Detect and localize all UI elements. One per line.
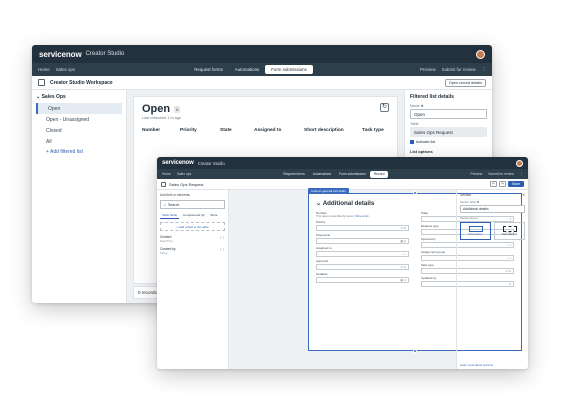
preview-button[interactable]: Preview bbox=[420, 67, 436, 73]
brand-subtitle: Creator Studio bbox=[197, 160, 225, 166]
panel-title: Section ✕ bbox=[460, 193, 525, 197]
close-icon[interactable]: ✕ bbox=[522, 193, 525, 197]
name-input[interactable]: Open bbox=[410, 109, 487, 119]
app-nav-bar: Home Sales ops Request forms Automations… bbox=[157, 169, 528, 179]
breadcrumb-app[interactable]: Sales ops bbox=[56, 67, 75, 72]
tab-more[interactable]: More bbox=[209, 212, 220, 219]
column-short-description[interactable]: Short description bbox=[304, 128, 362, 133]
resize-handle-top[interactable] bbox=[413, 191, 417, 195]
submit-for-review-button[interactable]: Submit for review bbox=[488, 172, 513, 176]
column-state[interactable]: State bbox=[220, 128, 254, 133]
drag-handle-icon: ⋮⋮ bbox=[219, 235, 225, 239]
record-count-badge: 0 bbox=[174, 105, 181, 113]
user-avatar[interactable] bbox=[476, 49, 485, 59]
tab-automations[interactable]: Automations bbox=[229, 65, 265, 74]
list-item[interactable]: Created by String ⋮⋮ bbox=[160, 247, 225, 255]
breadcrumb-home[interactable]: Home bbox=[162, 172, 171, 176]
name-label: Name ✱ bbox=[410, 104, 424, 108]
layout-two-columns[interactable]: Two columns bbox=[494, 222, 525, 240]
tab-record[interactable]: Record bbox=[369, 170, 389, 178]
redo-icon[interactable]: ↷ bbox=[499, 181, 507, 187]
tab-form-submissions[interactable]: Form submissions bbox=[335, 171, 370, 178]
top-bar: servicenow Creator Studio bbox=[32, 45, 492, 63]
tab-form-submissions[interactable]: Form submissions bbox=[265, 65, 313, 74]
palette-title: Add field or elements bbox=[160, 193, 190, 197]
search-icon: ⌕ bbox=[164, 202, 167, 207]
save-button[interactable]: Save bbox=[508, 181, 524, 187]
column-priority[interactable]: Priority bbox=[180, 128, 220, 133]
list-options-heading: List options bbox=[410, 149, 433, 154]
more-icon[interactable]: ⋮ bbox=[520, 172, 523, 176]
top-bar: servicenow Creator Studio bbox=[157, 157, 528, 169]
column-assigned-to[interactable]: Assigned to bbox=[254, 128, 304, 133]
form-icon bbox=[161, 181, 166, 187]
section-label-label: Section label ✱ bbox=[460, 200, 480, 204]
workspace-header: Creator Studio Workspace Open record det… bbox=[32, 76, 492, 90]
drag-handle-icon: ⋮⋮ bbox=[219, 247, 225, 251]
field-opened-at[interactable]: Opened at ▦ ⊟ bbox=[316, 233, 409, 244]
learn-more-link[interactable]: Learn more about sections bbox=[460, 363, 493, 367]
field-palette: Add field or elements ⌕ Search Table fiel… bbox=[157, 190, 229, 369]
sidebar-item-closed[interactable]: Closed bbox=[36, 125, 122, 136]
table-label: Table bbox=[410, 122, 419, 126]
resize-handle-bottom[interactable] bbox=[413, 349, 417, 353]
list-sidebar: ⌄ Sales Ops Open Open - Unassigned Close… bbox=[32, 90, 127, 303]
undo-icon[interactable]: ↶ bbox=[490, 181, 498, 187]
column-number[interactable]: Number bbox=[142, 128, 180, 133]
sidebar-item-open[interactable]: Open bbox=[36, 103, 122, 114]
column-task-type[interactable]: Task type bbox=[362, 128, 384, 133]
field-priority[interactable]: Priority ⊙ ⊟ bbox=[316, 220, 409, 231]
section-properties-panel: Section ✕ Section label ✱ Additional deta… bbox=[456, 190, 528, 369]
field-updated[interactable]: Updated ▦ ⊟ bbox=[316, 272, 409, 283]
panel-title: Filtered list details bbox=[410, 94, 454, 100]
tab-request-forms[interactable]: Request forms bbox=[188, 65, 229, 74]
add-field-button[interactable]: + Add a field to the table bbox=[160, 222, 225, 231]
activate-list-checkbox[interactable]: Activate list bbox=[410, 140, 487, 144]
brand-logo: servicenow bbox=[162, 160, 194, 166]
list-item[interactable]: Created Date/Time ⋮⋮ bbox=[160, 235, 225, 243]
table-field: Sales Ops Request bbox=[410, 127, 487, 137]
workspace-icon bbox=[38, 79, 45, 86]
refresh-icon[interactable]: ↻ bbox=[380, 103, 389, 112]
workspace-title: Creator Studio Workspace bbox=[50, 79, 113, 86]
sidebar-item-all[interactable]: All bbox=[36, 136, 122, 147]
form-canvas: Column general info fields ⌄ Additional … bbox=[229, 188, 522, 369]
tab-table-fields[interactable]: Table fields bbox=[160, 212, 180, 219]
table-header: Number Priority State Assigned to Short … bbox=[142, 128, 389, 133]
search-input[interactable]: ⌕ Search bbox=[160, 200, 225, 209]
brand-subtitle: Creator Studio bbox=[85, 51, 125, 57]
section-label-input[interactable]: Additional details bbox=[460, 205, 525, 213]
add-filtered-list-link[interactable]: + Add filtered list bbox=[36, 149, 122, 155]
app-nav-bar: Home Sales ops Request forms Automations… bbox=[32, 63, 492, 76]
record-title: Sales Ops Request bbox=[169, 181, 204, 187]
sidebar-group-sales-ops[interactable]: ⌄ Sales Ops bbox=[36, 94, 122, 100]
tab-components[interactable]: Components (4) bbox=[181, 212, 207, 219]
tab-automations[interactable]: Automations bbox=[309, 171, 335, 178]
more-icon[interactable]: ⋮ bbox=[482, 67, 486, 73]
tab-request-forms[interactable]: Request forms bbox=[279, 171, 308, 178]
user-avatar[interactable] bbox=[516, 159, 523, 167]
open-record-details-button[interactable]: Open record details bbox=[444, 78, 486, 87]
brand-logo: servicenow bbox=[39, 49, 82, 59]
breadcrumb-app[interactable]: Sales ops bbox=[177, 172, 191, 176]
section-badge: Column general info fields bbox=[308, 188, 349, 194]
field-approval[interactable]: Approval ⊙ ⊟ bbox=[316, 259, 409, 270]
submit-for-review-button[interactable]: Submit for review bbox=[442, 67, 476, 73]
page-title: Open 0 bbox=[142, 103, 181, 115]
layout-one-column[interactable]: One column bbox=[460, 222, 491, 240]
form-builder-window: servicenow Creator Studio Home Sales ops… bbox=[157, 157, 528, 369]
sidebar-item-open-unassigned[interactable]: Open - Unassigned bbox=[36, 114, 122, 125]
breadcrumb-home[interactable]: Home bbox=[38, 67, 50, 72]
section-layout-label: Section layout bbox=[460, 216, 478, 220]
field-assigned-to[interactable]: Assigned to ⌕ ⊟ bbox=[316, 246, 409, 257]
field-number[interactable]: Number This value is auto-filled by serv… bbox=[316, 211, 409, 218]
preview-button[interactable]: Preview bbox=[470, 172, 482, 176]
last-refreshed: Last refreshed 1 m ago bbox=[142, 116, 182, 120]
